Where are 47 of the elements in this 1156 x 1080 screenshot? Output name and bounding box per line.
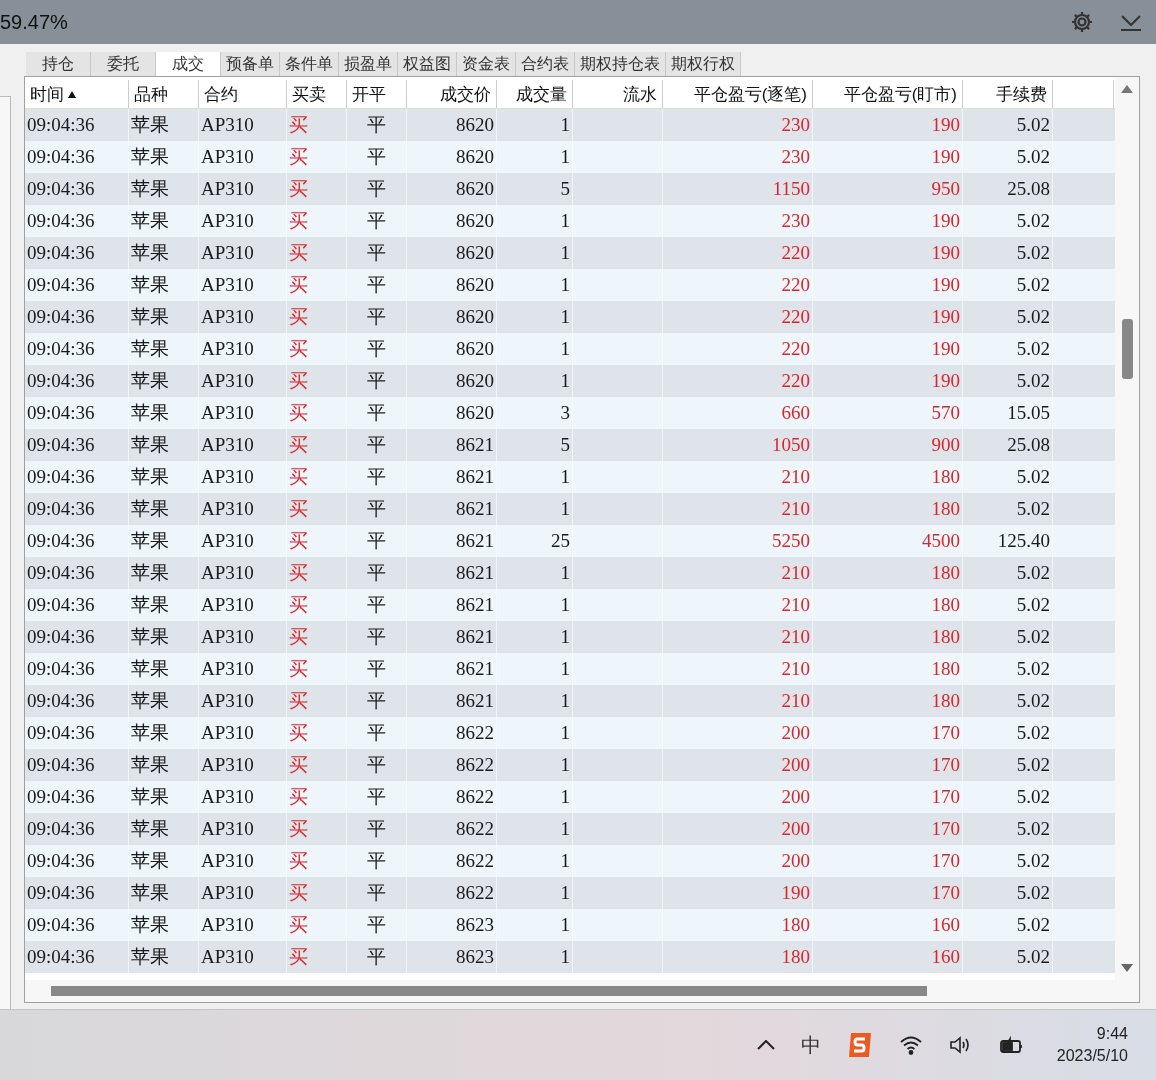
tab[interactable]: 资金表: [457, 52, 516, 76]
battery-icon[interactable]: [998, 1035, 1025, 1055]
table-cell: 8623: [407, 941, 497, 973]
tab[interactable]: 委托: [91, 52, 156, 76]
settings-icon[interactable]: [1070, 10, 1094, 34]
clock-date[interactable]: 2023/5/10: [1056, 1047, 1128, 1065]
table-cell: AP310: [199, 941, 287, 973]
table-cell: 买: [287, 941, 347, 973]
tab[interactable]: 期权行权: [666, 52, 741, 76]
percentage-value: 59.47%: [0, 10, 68, 34]
column-header[interactable]: 品种: [129, 80, 199, 108]
table-cell: 1: [497, 941, 573, 973]
table-cell: 5.02: [963, 941, 1053, 973]
chevron-down-icon[interactable]: [1120, 12, 1142, 32]
tab[interactable]: 权益图: [398, 52, 457, 76]
tab[interactable]: 成交: [156, 52, 221, 76]
scroll-down-icon[interactable]: [1121, 964, 1133, 972]
wifi-icon[interactable]: [898, 1035, 923, 1055]
column-header[interactable]: 买卖: [287, 80, 347, 108]
column-header[interactable]: 平仓盈亏(逐笔): [663, 80, 813, 108]
tab[interactable]: 损盈单: [339, 52, 398, 76]
table-cell: 09:04:36: [25, 941, 129, 973]
tab[interactable]: 期权持仓表: [575, 52, 666, 76]
table-cell: 平: [347, 941, 407, 973]
tab[interactable]: 预备单: [221, 52, 280, 76]
clock-time[interactable]: 9:44: [1096, 1025, 1128, 1043]
scrollbar-thumb[interactable]: [1121, 318, 1133, 379]
column-header[interactable]: 成交量: [497, 80, 573, 108]
tab[interactable]: 合约表: [516, 52, 575, 76]
input-method-indicator[interactable]: 中: [800, 1031, 821, 1059]
column-header[interactable]: 成交价: [407, 80, 497, 108]
vertical-scrollbar[interactable]: [1115, 77, 1139, 980]
column-header[interactable]: 平仓盈亏(盯市): [813, 80, 963, 108]
table-cell: 苹果: [129, 941, 199, 973]
tab[interactable]: 条件单: [280, 52, 339, 76]
chevron-up-icon[interactable]: [756, 1040, 775, 1050]
column-header[interactable]: 时间: [25, 80, 129, 108]
table-cell: 180: [663, 941, 813, 973]
column-header[interactable]: 手续费: [963, 80, 1053, 108]
tab[interactable]: 持仓: [26, 52, 91, 76]
column-header[interactable]: 开平: [347, 80, 407, 108]
scroll-up-icon[interactable]: [1121, 85, 1133, 93]
app-logo-icon[interactable]: [846, 1033, 873, 1057]
horizontal-scrollbar-thumb[interactable]: [51, 986, 927, 996]
column-header[interactable]: 合约: [199, 80, 287, 108]
column-header[interactable]: 流水: [573, 80, 663, 108]
table-cell: 160: [813, 941, 963, 973]
